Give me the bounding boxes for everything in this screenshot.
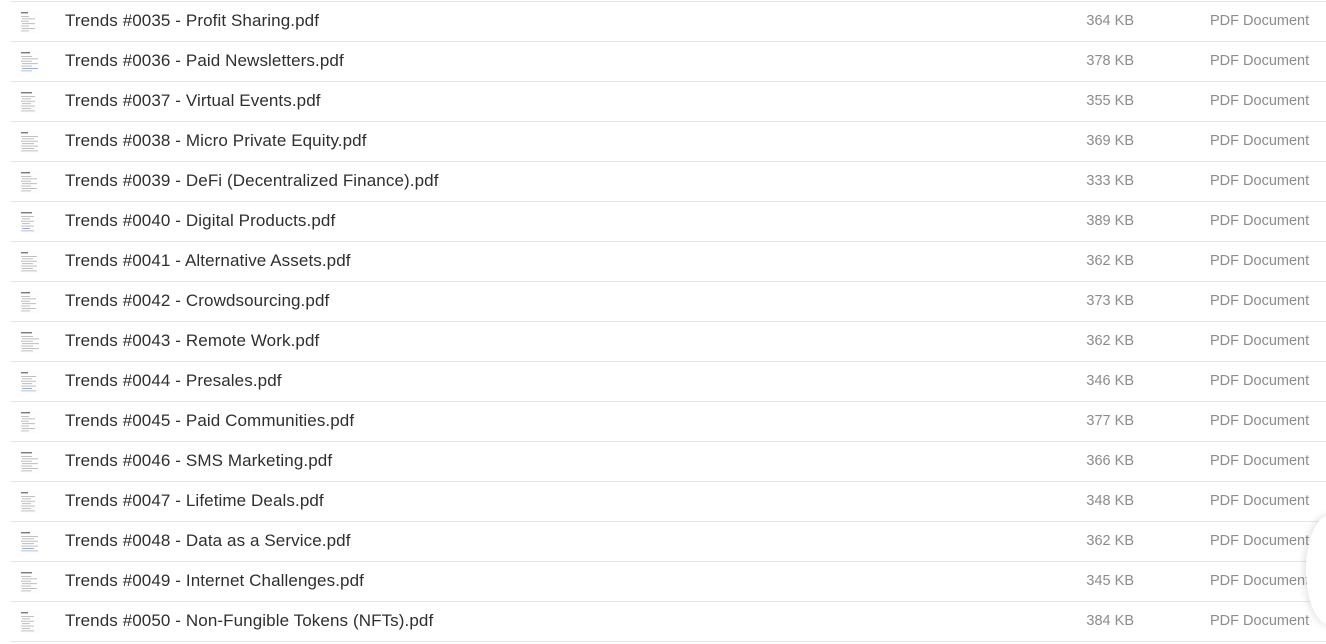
file-type: PDF Document <box>1210 173 1310 189</box>
file-row[interactable]: Trends #0035 - Profit Sharing.pdf 364 KB… <box>10 1 1326 42</box>
file-row[interactable]: Trends #0038 - Micro Private Equity.pdf … <box>10 122 1326 162</box>
pdf-thumbnail-icon <box>20 50 40 74</box>
pdf-thumbnail-icon <box>20 170 40 194</box>
file-row[interactable]: Trends #0036 - Paid Newsletters.pdf 378 … <box>10 42 1326 82</box>
file-row[interactable]: Trends #0045 - Paid Communities.pdf 377 … <box>10 402 1326 442</box>
file-type: PDF Document <box>1210 613 1310 629</box>
file-name[interactable]: Trends #0039 - DeFi (Decentralized Finan… <box>65 171 439 191</box>
file-type: PDF Document <box>1210 573 1310 589</box>
file-name[interactable]: Trends #0035 - Profit Sharing.pdf <box>65 11 319 31</box>
file-row[interactable]: Trends #0043 - Remote Work.pdf 362 KB PD… <box>10 322 1326 362</box>
file-size: 362 KB <box>1086 333 1134 349</box>
file-name[interactable]: Trends #0047 - Lifetime Deals.pdf <box>65 491 324 511</box>
file-size: 384 KB <box>1086 613 1134 629</box>
file-size: 377 KB <box>1086 413 1134 429</box>
file-type: PDF Document <box>1210 333 1310 349</box>
file-row[interactable]: Trends #0044 - Presales.pdf 346 KB PDF D… <box>10 362 1326 402</box>
file-name[interactable]: Trends #0048 - Data as a Service.pdf <box>65 531 351 551</box>
file-size: 364 KB <box>1086 13 1134 29</box>
file-type: PDF Document <box>1210 413 1310 429</box>
file-row[interactable]: Trends #0037 - Virtual Events.pdf 355 KB… <box>10 82 1326 122</box>
pdf-thumbnail-icon <box>20 130 40 154</box>
file-size: 348 KB <box>1086 493 1134 509</box>
file-row[interactable]: Trends #0042 - Crowdsourcing.pdf 373 KB … <box>10 282 1326 322</box>
file-type: PDF Document <box>1210 373 1310 389</box>
pdf-thumbnail-icon <box>20 10 40 34</box>
file-row[interactable]: Trends #0046 - SMS Marketing.pdf 366 KB … <box>10 442 1326 482</box>
file-row[interactable]: Trends #0048 - Data as a Service.pdf 362… <box>10 522 1326 562</box>
file-size: 346 KB <box>1086 373 1134 389</box>
file-row[interactable]: Trends #0047 - Lifetime Deals.pdf 348 KB… <box>10 482 1326 522</box>
file-row[interactable]: Trends #0049 - Internet Challenges.pdf 3… <box>10 562 1326 602</box>
file-row[interactable]: Trends #0040 - Digital Products.pdf 389 … <box>10 202 1326 242</box>
file-size: 362 KB <box>1086 533 1134 549</box>
file-size: 366 KB <box>1086 453 1134 469</box>
file-name[interactable]: Trends #0042 - Crowdsourcing.pdf <box>65 291 329 311</box>
file-type: PDF Document <box>1210 53 1310 69</box>
file-name[interactable]: Trends #0038 - Micro Private Equity.pdf <box>65 131 367 151</box>
file-type: PDF Document <box>1210 453 1310 469</box>
file-size: 369 KB <box>1086 133 1134 149</box>
file-size: 378 KB <box>1086 53 1134 69</box>
file-size: 355 KB <box>1086 93 1134 109</box>
file-list: Trends #0035 - Profit Sharing.pdf 364 KB… <box>10 1 1326 642</box>
pdf-thumbnail-icon <box>20 410 40 434</box>
file-size: 373 KB <box>1086 293 1134 309</box>
pdf-thumbnail-icon <box>20 530 40 554</box>
file-name[interactable]: Trends #0049 - Internet Challenges.pdf <box>65 571 364 591</box>
file-name[interactable]: Trends #0046 - SMS Marketing.pdf <box>65 451 332 471</box>
pdf-thumbnail-icon <box>20 610 40 634</box>
file-name[interactable]: Trends #0045 - Paid Communities.pdf <box>65 411 354 431</box>
file-type: PDF Document <box>1210 493 1310 509</box>
file-size: 345 KB <box>1086 573 1134 589</box>
file-type: PDF Document <box>1210 293 1310 309</box>
file-type: PDF Document <box>1210 533 1310 549</box>
file-size: 389 KB <box>1086 213 1134 229</box>
file-row[interactable]: Trends #0050 - Non-Fungible Tokens (NFTs… <box>10 602 1326 642</box>
pdf-thumbnail-icon <box>20 490 40 514</box>
file-size: 362 KB <box>1086 253 1134 269</box>
file-name[interactable]: Trends #0036 - Paid Newsletters.pdf <box>65 51 344 71</box>
pdf-thumbnail-icon <box>20 90 40 114</box>
pdf-thumbnail-icon <box>20 370 40 394</box>
file-type: PDF Document <box>1210 93 1310 109</box>
pdf-thumbnail-icon <box>20 330 40 354</box>
file-type: PDF Document <box>1210 13 1310 29</box>
pdf-thumbnail-icon <box>20 250 40 274</box>
file-type: PDF Document <box>1210 133 1310 149</box>
pdf-thumbnail-icon <box>20 210 40 234</box>
file-name[interactable]: Trends #0050 - Non-Fungible Tokens (NFTs… <box>65 611 433 631</box>
file-size: 333 KB <box>1086 173 1134 189</box>
file-row[interactable]: Trends #0039 - DeFi (Decentralized Finan… <box>10 162 1326 202</box>
file-type: PDF Document <box>1210 213 1310 229</box>
pdf-thumbnail-icon <box>20 570 40 594</box>
file-name[interactable]: Trends #0037 - Virtual Events.pdf <box>65 91 321 111</box>
file-name[interactable]: Trends #0043 - Remote Work.pdf <box>65 331 319 351</box>
file-type: PDF Document <box>1210 253 1310 269</box>
pdf-thumbnail-icon <box>20 290 40 314</box>
file-name[interactable]: Trends #0040 - Digital Products.pdf <box>65 211 335 231</box>
file-name[interactable]: Trends #0041 - Alternative Assets.pdf <box>65 251 351 271</box>
file-name[interactable]: Trends #0044 - Presales.pdf <box>65 371 282 391</box>
file-row[interactable]: Trends #0041 - Alternative Assets.pdf 36… <box>10 242 1326 282</box>
pdf-thumbnail-icon <box>20 450 40 474</box>
